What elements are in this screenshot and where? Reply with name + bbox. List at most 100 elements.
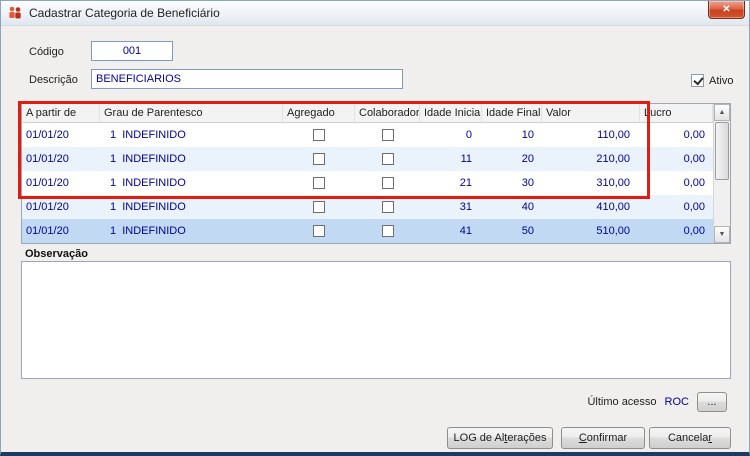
vertical-scrollbar[interactable]: ▲ ▼ [713, 104, 730, 243]
scroll-up-button[interactable]: ▲ [714, 104, 730, 121]
grid-rows: 01/01/20 1 INDEFINIDO 0 10 110,00 0,00 01/01/2… [22, 123, 713, 243]
colaborador-checkbox[interactable] [381, 225, 394, 237]
grid-cell: 0,00 [683, 201, 705, 213]
confirm-button-accesskey: C [578, 432, 587, 444]
ativo-label: Ativo [709, 74, 734, 87]
observacao-box [21, 261, 731, 379]
cancelar-button[interactable]: Cancela r [649, 427, 731, 449]
agregado-checkbox[interactable] [313, 129, 325, 141]
window-title: Cadastrar Categoria de Beneficiário [29, 6, 220, 20]
ultimo-acesso-label: Último acesso [587, 396, 657, 408]
grid-cell: 0,00 [683, 177, 705, 189]
grid-cell: 20 [521, 153, 534, 165]
scrollbar-thumb[interactable] [715, 122, 729, 180]
grid-cell: 110,00 [597, 129, 630, 141]
descricao-value: BENEFICIARIOS [96, 73, 181, 85]
app-people-icon [9, 6, 21, 19]
grid-cell: 40 [521, 201, 534, 213]
agregado-cell [283, 123, 355, 147]
cancel-button-label: Cancela [667, 432, 709, 444]
grid-cell: 01/01/20 [26, 177, 69, 189]
colaborador-checkbox[interactable] [381, 177, 394, 189]
confirmar-button[interactable]: Confirmar [561, 427, 645, 449]
dialog-cadastrar-categoria: Cadastrar Categoria de Beneficiário ✕ Có… [0, 0, 750, 456]
grid-row[interactable]: 01/01/20 1 INDEFINIDO 11 20 210,00 0,00 [22, 147, 713, 171]
column-header[interactable]: Colaborador [355, 104, 420, 122]
grid-body: A partir de Grau de Parentesco Agregado Col… [22, 104, 713, 243]
grid-row[interactable]: 01/01/20 1 INDEFINIDO 21 30 310,00 0,00 [22, 171, 713, 195]
grid-cell: 01/01/20 [26, 153, 69, 165]
colaborador-checkbox[interactable] [381, 153, 394, 165]
colaborador-cell [355, 171, 420, 195]
colaborador-cell [355, 147, 420, 171]
grid-row[interactable]: 01/01/20 1 INDEFINIDO 41 50 510,00 0,00 [22, 219, 713, 243]
colaborador-cell [355, 195, 420, 219]
scroll-down-button[interactable]: ▼ [714, 226, 730, 243]
column-header[interactable]: Idade Inicial [420, 104, 482, 122]
agregado-checkbox[interactable] [313, 153, 325, 165]
grid-cell: 21 [459, 177, 472, 189]
descricao-label: Descrição [29, 74, 78, 86]
beneficiary-grid: A partir de Grau de Parentesco Agregado Col… [21, 103, 731, 244]
confirm-button-label-post: onfirmar [586, 432, 628, 444]
column-header[interactable]: Grau de Parentesco [100, 104, 283, 122]
codigo-input[interactable]: 001 [91, 41, 173, 61]
grid-cell: 1 INDEFINIDO [110, 225, 186, 237]
browse-button[interactable]: ... [697, 392, 727, 412]
grid-cell: 0,00 [683, 153, 705, 165]
log-alteracoes-button[interactable]: LOG de Al t erações [447, 427, 553, 449]
observacao-textarea[interactable] [22, 262, 730, 378]
ativo-checkbox[interactable] [691, 74, 704, 87]
column-header[interactable]: Lucro [640, 104, 713, 122]
grid-cell: 1 INDEFINIDO [110, 201, 186, 213]
codigo-label: Código [29, 46, 64, 58]
grid-cell: 0,00 [683, 225, 705, 237]
grid-cell: 10 [521, 129, 534, 141]
grid-cell: 01/01/20 [26, 129, 69, 141]
grid-cell: 11 [460, 153, 472, 165]
colaborador-cell [355, 219, 420, 243]
agregado-cell [283, 219, 355, 243]
grid-cell: 210,00 [596, 153, 630, 165]
agregado-cell [283, 171, 355, 195]
agregado-cell [283, 195, 355, 219]
ellipsis-icon: ... [707, 396, 717, 408]
grid-cell: 0 [465, 129, 472, 141]
column-header[interactable]: Valor [542, 104, 640, 122]
grid-row[interactable]: 01/01/20 1 INDEFINIDO 0 10 110,00 0,00 [22, 123, 713, 147]
agregado-checkbox[interactable] [313, 225, 325, 237]
agregado-checkbox[interactable] [313, 177, 325, 189]
cancel-button-accesskey: r [708, 432, 713, 444]
grid-cell: 41 [459, 225, 472, 237]
close-icon: ✕ [722, 4, 731, 15]
grid-cell: 0,00 [683, 129, 705, 141]
grid-cell: 01/01/20 [26, 225, 69, 237]
colaborador-checkbox[interactable] [381, 129, 394, 141]
grid-cell: 1 INDEFINIDO [110, 177, 186, 189]
grid-cell: 50 [521, 225, 534, 237]
descricao-input[interactable]: BENEFICIARIOS [91, 69, 403, 89]
close-button[interactable]: ✕ [708, 1, 745, 19]
column-header[interactable]: Idade Final [482, 104, 542, 122]
column-header[interactable]: Agregado [283, 104, 355, 122]
grid-row[interactable]: 01/01/20 1 INDEFINIDO 31 40 410,00 0,00 [22, 195, 713, 219]
scrollbar-track[interactable] [714, 181, 730, 226]
arrow-up-icon: ▲ [718, 109, 726, 116]
log-button-label-post: erações [507, 432, 547, 444]
colaborador-checkbox[interactable] [381, 201, 394, 213]
grid-cell: 1 INDEFINIDO [110, 129, 186, 141]
colaborador-cell [355, 123, 420, 147]
ativo-field: Ativo [691, 74, 733, 87]
column-header[interactable]: A partir de [22, 104, 100, 122]
grid-cell: 510,00 [596, 225, 630, 237]
grid-cell: 1 INDEFINIDO [110, 153, 186, 165]
observacao-label: Observação [25, 248, 88, 260]
grid-cell: 310,00 [596, 177, 630, 189]
codigo-value: 001 [122, 45, 142, 57]
grid-cell: 410,00 [596, 201, 630, 213]
agregado-checkbox[interactable] [313, 201, 325, 213]
grid-cell: 01/01/20 [26, 201, 69, 213]
log-button-label: LOG de Al [453, 432, 505, 444]
grid-cell: 31 [459, 201, 472, 213]
title-bar[interactable]: Cadastrar Categoria de Beneficiário ✕ [1, 1, 749, 26]
